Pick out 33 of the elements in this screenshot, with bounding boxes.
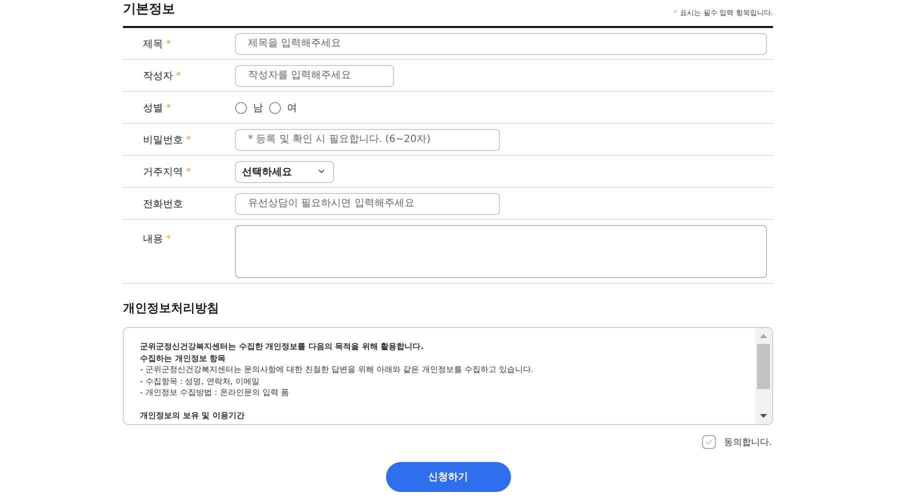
radio-button[interactable] xyxy=(269,102,281,114)
chevron-icon xyxy=(318,169,325,174)
scrollbar[interactable] xyxy=(755,328,772,424)
radio-label: 남 xyxy=(253,102,263,114)
field-label: 거주지역 * xyxy=(142,166,192,178)
policy-heading: 개인정보의 보유 및 이용기간 xyxy=(140,410,246,421)
section-title: 기본정보 xyxy=(123,1,175,18)
scroll-up-icon[interactable] xyxy=(760,334,767,338)
region-select[interactable]: 선택하세요 xyxy=(235,160,334,182)
content-textarea[interactable] xyxy=(235,225,767,278)
text-field[interactable]: 제목을 입력해주세요 xyxy=(235,32,767,54)
text-field[interactable]: 유선상담이 필요하시면 입력해주세요 xyxy=(235,192,500,214)
field-label: 성별 * xyxy=(142,102,172,114)
policy-text: - 수집항목 : 성명, 연락처, 이메일 xyxy=(140,376,260,387)
submit-button[interactable]: 신청하기 xyxy=(386,462,510,492)
policy-heading: 군위군정신건강복지센터는 수집한 개인정보를 다음의 목적을 위해 활용합니다. xyxy=(140,341,425,352)
field-label: 전화번호 xyxy=(142,198,184,210)
policy-heading: 수집하는 개인정보 항목 xyxy=(140,352,227,364)
field-label: 작성자 * xyxy=(142,70,182,82)
radio-label: 여 xyxy=(287,102,297,114)
text-field[interactable]: 작성자를 입력해주세요 xyxy=(235,64,394,86)
section-title: 개인정보처리방침 xyxy=(123,300,220,317)
text-field[interactable]: * 등록 및 확인 시 필요합니다. (6~20자) xyxy=(235,128,500,150)
field-label: 제목 * xyxy=(142,38,172,50)
policy-text: - 개인정보 수집방법 : 온라인문의 입력 폼 xyxy=(140,387,290,398)
check-icon xyxy=(705,439,714,445)
agree-checkbox[interactable] xyxy=(702,435,716,449)
scroll-down-icon[interactable] xyxy=(760,414,767,418)
agree-label: 동의합니다. xyxy=(724,436,772,448)
field-label: 내용 * xyxy=(142,233,172,246)
field-label: 비밀번호 * xyxy=(142,134,192,146)
policy-text: - 군위군정신건강복지센터는 문의사항에 대한 친절한 답변을 위해 아래와 같은 개인정보를 수집하고 있습니다. xyxy=(140,364,534,376)
radio-button[interactable] xyxy=(235,102,247,114)
